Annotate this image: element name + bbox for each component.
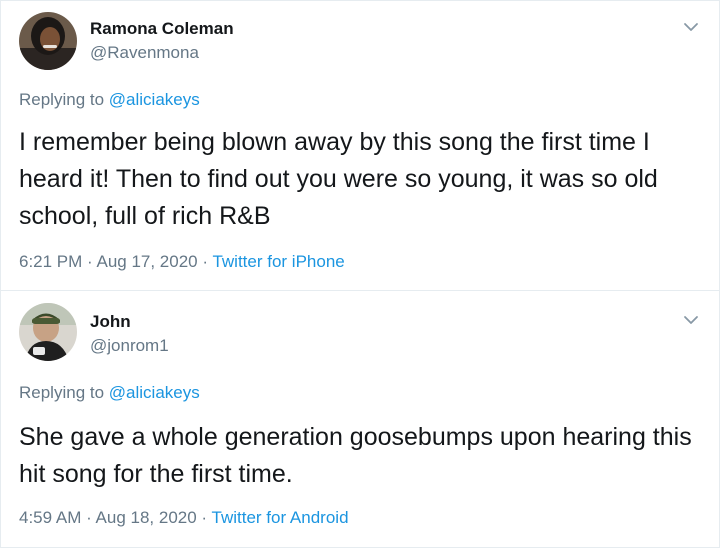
meta-separator: ·	[82, 252, 97, 271]
chevron-down-icon[interactable]	[682, 18, 700, 36]
replying-to-label: Replying to	[19, 383, 109, 402]
tweet-time[interactable]: 6:21 PM	[19, 252, 82, 271]
tweet-text: I remember being blown away by this song…	[19, 128, 658, 230]
author-handle[interactable]: @Ravenmona	[90, 43, 199, 63]
tweet-source[interactable]: Twitter for iPhone	[212, 252, 344, 271]
avatar-image	[19, 303, 77, 361]
tweet-card[interactable]: John @jonrom1 Replying to @aliciakeys Sh…	[0, 291, 720, 548]
chevron-down-icon[interactable]	[682, 311, 700, 329]
meta-separator: ·	[81, 508, 96, 527]
tweet-text: She gave a whole generation goosebumps u…	[19, 423, 692, 488]
meta-separator: ·	[196, 508, 212, 527]
meta-separator: ·	[197, 252, 213, 271]
avatar-image	[19, 12, 77, 70]
author-handle[interactable]: @jonrom1	[90, 336, 169, 356]
author-name[interactable]: John	[90, 312, 131, 332]
tweet-meta: 4:59 AM · Aug 18, 2020 · Twitter for And…	[19, 508, 349, 528]
tweet-date[interactable]: Aug 17, 2020	[96, 252, 197, 271]
replying-to-label: Replying to	[19, 90, 109, 109]
avatar[interactable]	[19, 12, 77, 70]
tweet-card[interactable]: Ramona Coleman @Ravenmona Replying to @a…	[0, 0, 720, 290]
tweet-source[interactable]: Twitter for Android	[212, 508, 349, 527]
mention-link[interactable]: @aliciakeys	[109, 383, 200, 402]
tweet-time[interactable]: 4:59 AM	[19, 508, 81, 527]
replying-to: Replying to @aliciakeys	[19, 383, 200, 403]
replying-to: Replying to @aliciakeys	[19, 90, 200, 110]
avatar[interactable]	[19, 303, 77, 361]
mention-link[interactable]: @aliciakeys	[109, 90, 200, 109]
tweet-date[interactable]: Aug 18, 2020	[96, 508, 197, 527]
author-name[interactable]: Ramona Coleman	[90, 19, 234, 39]
tweet-meta: 6:21 PM · Aug 17, 2020 · Twitter for iPh…	[19, 252, 345, 272]
